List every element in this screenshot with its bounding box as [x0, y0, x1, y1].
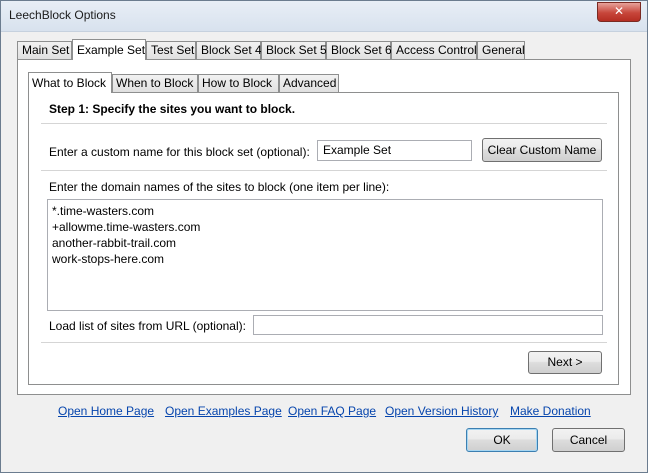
tab-general[interactable]: General — [477, 41, 525, 59]
subtab-advanced[interactable]: Advanced — [279, 74, 339, 92]
list-item: another-rabbit-trail.com — [52, 236, 177, 250]
make-donation-link[interactable]: Make Donation — [510, 404, 591, 418]
sites-label: Enter the domain names of the sites to b… — [49, 180, 390, 194]
open-examples-page-link[interactable]: Open Examples Page — [165, 404, 282, 418]
tab-block-set-4[interactable]: Block Set 4 — [196, 41, 262, 59]
custom-name-input[interactable]: Example Set — [317, 140, 472, 161]
tab-main-set[interactable]: Main Set — [17, 41, 72, 59]
custom-name-label: Enter a custom name for this block set (… — [49, 145, 310, 159]
subtab-how-to-block[interactable]: How to Block — [198, 74, 279, 92]
tab-example-set[interactable]: Example Set — [72, 39, 146, 60]
divider — [41, 170, 607, 171]
title-bar[interactable]: LeechBlock Options ✕ — [1, 1, 647, 32]
close-button[interactable]: ✕ — [597, 2, 641, 22]
window-title: LeechBlock Options — [9, 8, 116, 22]
subtab-when-to-block[interactable]: When to Block — [112, 74, 198, 92]
close-icon: ✕ — [613, 4, 625, 18]
load-url-label: Load list of sites from URL (optional): — [49, 319, 246, 333]
next-button[interactable]: Next > — [528, 351, 602, 374]
divider — [41, 342, 607, 343]
tab-block-set-6[interactable]: Block Set 6 — [326, 41, 392, 59]
open-home-page-link[interactable]: Open Home Page — [58, 404, 154, 418]
load-url-input[interactable] — [253, 315, 603, 335]
open-faq-page-link[interactable]: Open FAQ Page — [288, 404, 376, 418]
divider — [41, 123, 607, 124]
list-item: *.time-wasters.com — [52, 204, 155, 218]
list-item: work-stops-here.com — [52, 252, 165, 266]
sites-textarea[interactable]: *.time-wasters.com +allowme.time-wasters… — [47, 199, 603, 311]
list-item: +allowme.time-wasters.com — [52, 220, 201, 234]
tab-access-control[interactable]: Access Control — [391, 41, 477, 59]
clear-custom-name-button[interactable]: Clear Custom Name — [482, 138, 602, 162]
options-window: LeechBlock Options ✕ Main Set Example Se… — [0, 0, 648, 473]
example-set-panel: What to Block When to Block How to Block… — [17, 59, 631, 395]
ok-button[interactable]: OK — [466, 428, 538, 452]
tab-test-set[interactable]: Test Set — [146, 41, 196, 59]
tab-block-set-5[interactable]: Block Set 5 — [261, 41, 327, 59]
cancel-button[interactable]: Cancel — [552, 428, 625, 452]
open-version-history-link[interactable]: Open Version History — [385, 404, 498, 418]
step-heading: Step 1: Specify the sites you want to bl… — [49, 102, 296, 116]
what-to-block-panel: Step 1: Specify the sites you want to bl… — [28, 92, 619, 385]
subtab-what-to-block[interactable]: What to Block — [28, 72, 112, 93]
